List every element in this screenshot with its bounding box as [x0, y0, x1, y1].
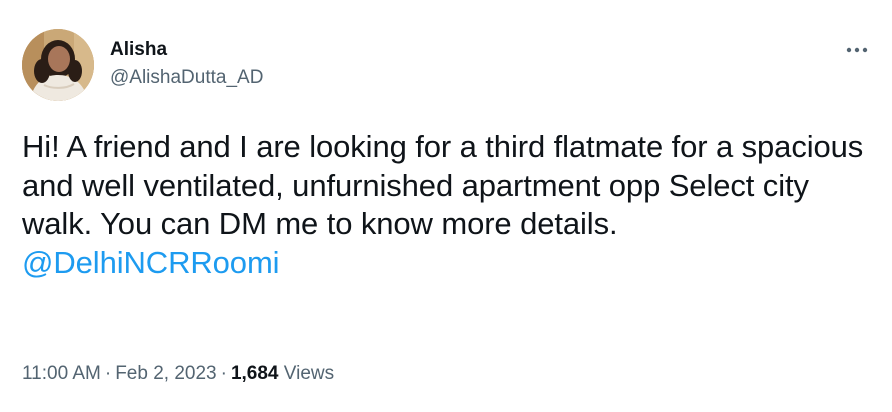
tweet-date[interactable]: Feb 2, 2023: [115, 363, 216, 384]
more-horizontal-icon: [846, 47, 868, 53]
tweet-time[interactable]: 11:00 AM: [22, 363, 101, 384]
avatar[interactable]: [22, 29, 94, 101]
tweet-body-text: Hi! A friend and I are looking for a thi…: [22, 129, 864, 241]
more-options-button[interactable]: [842, 40, 872, 60]
views-label: Views: [283, 363, 335, 384]
mention-link[interactable]: @DelhiNCRRoomi: [22, 245, 280, 280]
avatar-photo: [22, 29, 94, 101]
author-info: Alisha @AlishaDutta_AD: [110, 38, 263, 90]
views-count: 1,684: [230, 363, 279, 384]
tweet-text: Hi! A friend and I are looking for a thi…: [22, 128, 872, 282]
tweet-card: Alisha @AlishaDutta_AD Hi! A friend and …: [0, 0, 892, 412]
meta-separator: ·: [220, 363, 227, 384]
meta-separator: ·: [104, 363, 112, 384]
author-handle[interactable]: @AlishaDutta_AD: [110, 66, 263, 90]
author-display-name[interactable]: Alisha: [110, 38, 263, 62]
tweet-metadata: 11:00 AM · Feb 2, 2023 · 1,684 Views: [22, 362, 334, 386]
